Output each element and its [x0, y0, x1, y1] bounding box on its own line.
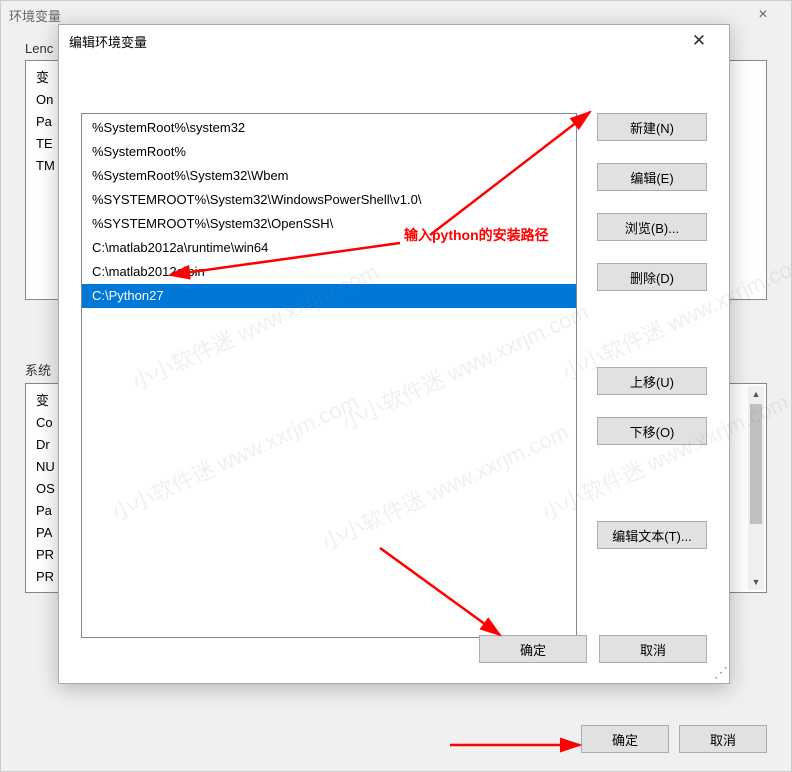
parent-button-row: 确定 取消: [581, 725, 767, 753]
path-item[interactable]: C:\matlab2012a\bin: [82, 260, 576, 284]
resize-grip-icon[interactable]: ⋰: [714, 668, 726, 680]
browse-button[interactable]: 浏览(B)...: [597, 213, 707, 241]
scroll-up-icon[interactable]: ▲: [748, 386, 764, 402]
delete-button[interactable]: 删除(D): [597, 263, 707, 291]
path-listbox[interactable]: %SystemRoot%\system32%SystemRoot%%System…: [81, 113, 577, 638]
child-title: 编辑环境变量: [69, 32, 147, 51]
edittext-button[interactable]: 编辑文本(T)...: [597, 521, 707, 549]
ok-button[interactable]: 确定: [581, 725, 669, 753]
path-item[interactable]: C:\Python27: [82, 284, 576, 308]
new-button[interactable]: 新建(N): [597, 113, 707, 141]
path-item[interactable]: C:\matlab2012a\runtime\win64: [82, 236, 576, 260]
close-icon[interactable]: ×: [743, 6, 783, 24]
path-item[interactable]: %SystemRoot%\System32\Wbem: [82, 164, 576, 188]
close-icon[interactable]: ✕: [679, 31, 719, 51]
child-body: %SystemRoot%\system32%SystemRoot%%System…: [59, 57, 729, 683]
ok-button[interactable]: 确定: [479, 635, 587, 663]
path-item[interactable]: %SYSTEMROOT%\System32\OpenSSH\: [82, 212, 576, 236]
moveup-button[interactable]: 上移(U): [597, 367, 707, 395]
edit-button[interactable]: 编辑(E): [597, 163, 707, 191]
side-buttons: 新建(N) 编辑(E) 浏览(B)... 删除(D) 上移(U) 下移(O) 编…: [597, 113, 707, 571]
path-item[interactable]: %SystemRoot%\system32: [82, 116, 576, 140]
edit-env-var-dialog: 编辑环境变量 ✕ %SystemRoot%\system32%SystemRoo…: [58, 24, 730, 684]
scrollbar[interactable]: ▲ ▼: [748, 386, 764, 590]
cancel-button[interactable]: 取消: [679, 725, 767, 753]
parent-title: 环境变量: [9, 6, 61, 25]
child-button-row: 确定 取消: [479, 635, 707, 663]
path-item[interactable]: %SYSTEMROOT%\System32\WindowsPowerShell\…: [82, 188, 576, 212]
cancel-button[interactable]: 取消: [599, 635, 707, 663]
child-titlebar: 编辑环境变量 ✕: [59, 25, 729, 57]
scroll-thumb[interactable]: [750, 404, 762, 524]
path-item[interactable]: %SystemRoot%: [82, 140, 576, 164]
scroll-down-icon[interactable]: ▼: [748, 574, 764, 590]
movedown-button[interactable]: 下移(O): [597, 417, 707, 445]
